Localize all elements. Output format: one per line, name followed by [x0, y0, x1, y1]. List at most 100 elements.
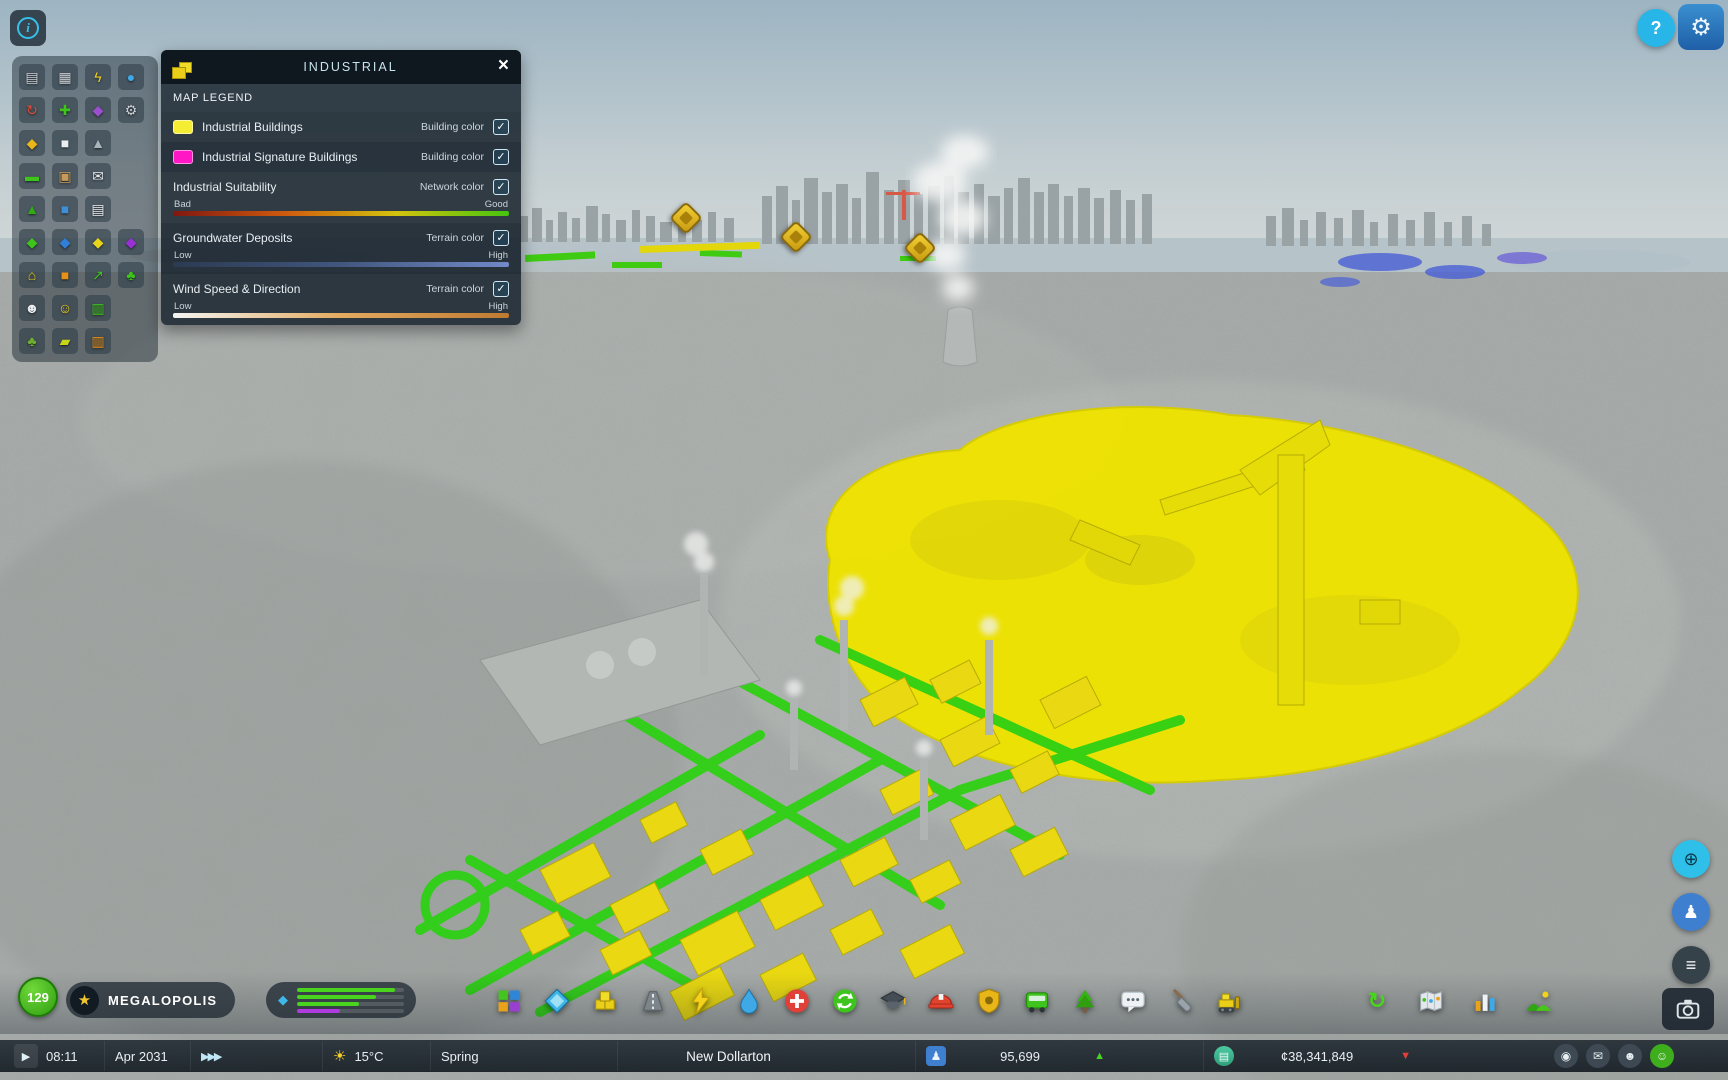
secondary-toolbar: ↻: [1360, 984, 1556, 1018]
water-sewage-tool[interactable]: [732, 984, 766, 1018]
infoview-zones-icon[interactable]: ⌂: [19, 262, 45, 288]
legend-color-type: Building color: [421, 121, 484, 133]
parks-recreation-tool[interactable]: [1068, 984, 1102, 1018]
citizen-button[interactable]: ♟: [1672, 893, 1710, 931]
infoview-vehicles-icon[interactable]: ▰: [52, 328, 78, 354]
infoview-electricity-icon[interactable]: ϟ: [85, 64, 111, 90]
progression-button[interactable]: ↻: [1360, 984, 1394, 1018]
infoview-post-icon[interactable]: ▣: [52, 163, 78, 189]
infoview-transport-icon[interactable]: ▬: [19, 163, 45, 189]
happiness-button[interactable]: ☺: [1650, 1044, 1674, 1068]
building-color-swatch: [173, 150, 193, 164]
infoview-parks-icon[interactable]: ▲: [19, 196, 45, 222]
check-icon: ✓: [496, 152, 505, 163]
infoview-terrain-icon[interactable]: ◆: [19, 229, 45, 255]
education-tool[interactable]: [876, 984, 910, 1018]
gradient-min-label: Bad: [174, 199, 191, 210]
infoview-healthcare-icon[interactable]: ✚: [52, 97, 78, 123]
infoview-documents-icon[interactable]: ▤: [85, 196, 111, 222]
legend-checkbox[interactable]: ✓: [493, 281, 509, 297]
infoview-commerce-icon[interactable]: ■: [52, 196, 78, 222]
legend-header: INDUSTRIAL ×: [161, 50, 521, 84]
infoview-resources-icon[interactable]: ♣: [19, 328, 45, 354]
transportation-tool[interactable]: [1020, 984, 1054, 1018]
statistics-button[interactable]: [1468, 984, 1502, 1018]
gradient-min-label: Low: [174, 250, 191, 261]
police-tool[interactable]: [972, 984, 1006, 1018]
money-trend-icon[interactable]: ▼: [1400, 1050, 1411, 1062]
wind-gradient-bar: [173, 313, 509, 318]
progress-bar-fill: [297, 995, 376, 999]
garbage-tool[interactable]: [828, 984, 862, 1018]
progress-bar-fill: [297, 988, 395, 992]
infoview-farming-icon[interactable]: ■: [52, 262, 78, 288]
settings-button[interactable]: ⚙: [1678, 4, 1724, 50]
followers-button[interactable]: ☻: [1618, 1044, 1642, 1068]
close-icon[interactable]: ×: [498, 55, 509, 77]
infoview-finance-icon[interactable]: ▦: [52, 64, 78, 90]
roads-tool[interactable]: [636, 984, 670, 1018]
progress-bar-fill: [297, 1002, 359, 1006]
demolish-tool[interactable]: [1212, 984, 1246, 1018]
fire-rescue-tool[interactable]: [924, 984, 958, 1018]
legend-checkbox[interactable]: ✓: [493, 179, 509, 195]
legend-checkbox[interactable]: ✓: [493, 230, 509, 246]
help-button[interactable]: ?: [1637, 9, 1675, 47]
check-icon: ✓: [496, 182, 505, 193]
infoview-water-icon[interactable]: ●: [118, 64, 144, 90]
progression-icon: ◆: [278, 992, 288, 1008]
check-icon: ✓: [496, 284, 505, 295]
groundwater-gradient-bar: [173, 262, 509, 267]
legend-row-groundwater: Groundwater Deposits Terrain color ✓ Low…: [161, 223, 521, 274]
money-balance: ¢38,341,849: [1242, 1049, 1392, 1064]
legend-checkbox[interactable]: ✓: [493, 149, 509, 165]
money-icon: ▤: [1214, 1046, 1234, 1066]
play-pause-button[interactable]: ▶: [14, 1044, 38, 1068]
infoview-garbage-icon[interactable]: ↻: [19, 97, 45, 123]
legend-color-type: Terrain color: [426, 232, 484, 244]
level-badge[interactable]: 129: [18, 977, 58, 1017]
legend-color-type: Network color: [420, 181, 484, 193]
info-button[interactable]: i: [10, 10, 46, 46]
progression-meter[interactable]: ◆: [266, 982, 416, 1018]
infoview-economy-icon[interactable]: ↗: [85, 262, 111, 288]
infoview-communications-icon[interactable]: ✉: [85, 163, 111, 189]
map-globe-button[interactable]: ⊕: [1672, 840, 1710, 878]
season: Spring: [441, 1049, 479, 1064]
recorder-button[interactable]: ◉: [1554, 1044, 1578, 1068]
map-overview-button[interactable]: [1414, 984, 1448, 1018]
health-tool[interactable]: [780, 984, 814, 1018]
free-camera-button[interactable]: [1662, 988, 1714, 1030]
infoview-population-icon[interactable]: ☻: [19, 295, 45, 321]
city-name: New Dollarton: [628, 1049, 829, 1064]
areas-tool[interactable]: [588, 984, 622, 1018]
sim-speed-control[interactable]: ▶▶▶: [201, 1050, 220, 1063]
landscaping-tool[interactable]: [1164, 984, 1198, 1018]
photo-mode-button[interactable]: [1522, 984, 1556, 1018]
infoview-maintenance-icon[interactable]: ⚙: [118, 97, 144, 123]
electricity-tool[interactable]: [684, 984, 718, 1018]
infoview-education-icon[interactable]: ▲: [85, 130, 111, 156]
legend-checkbox[interactable]: ✓: [493, 119, 509, 135]
infoview-land-value-icon[interactable]: ◆: [118, 229, 144, 255]
legend-row-signature-buildings: Industrial Signature Buildings Building …: [161, 142, 521, 172]
signature-buildings-tool[interactable]: [540, 984, 574, 1018]
infoview-groundwater-icon[interactable]: ◆: [52, 229, 78, 255]
infoview-money-icon[interactable]: ▥: [85, 295, 111, 321]
communications-tool[interactable]: [1116, 984, 1150, 1018]
infoview-pollution-icon[interactable]: ◆: [85, 97, 111, 123]
progress-bar-fill: [297, 1009, 340, 1013]
legend-color-type: Terrain color: [426, 283, 484, 295]
messages-button[interactable]: ✉: [1586, 1044, 1610, 1068]
infoview-growth-icon[interactable]: ♣: [118, 262, 144, 288]
legend-color-type: Building color: [421, 151, 484, 163]
milestone-pill[interactable]: ★ MEGALOPOLIS: [66, 982, 235, 1018]
infoview-happiness-icon[interactable]: ☺: [52, 295, 78, 321]
infoview-wind-icon[interactable]: ◆: [85, 229, 111, 255]
infoview-goods-icon[interactable]: ▥: [85, 328, 111, 354]
zoning-tool[interactable]: [492, 984, 526, 1018]
infoview-administration-icon[interactable]: ■: [52, 130, 78, 156]
journal-button[interactable]: ≡: [1672, 946, 1710, 984]
infoview-electronics-icon[interactable]: ▤: [19, 64, 45, 90]
infoview-police-icon[interactable]: ◆: [19, 130, 45, 156]
